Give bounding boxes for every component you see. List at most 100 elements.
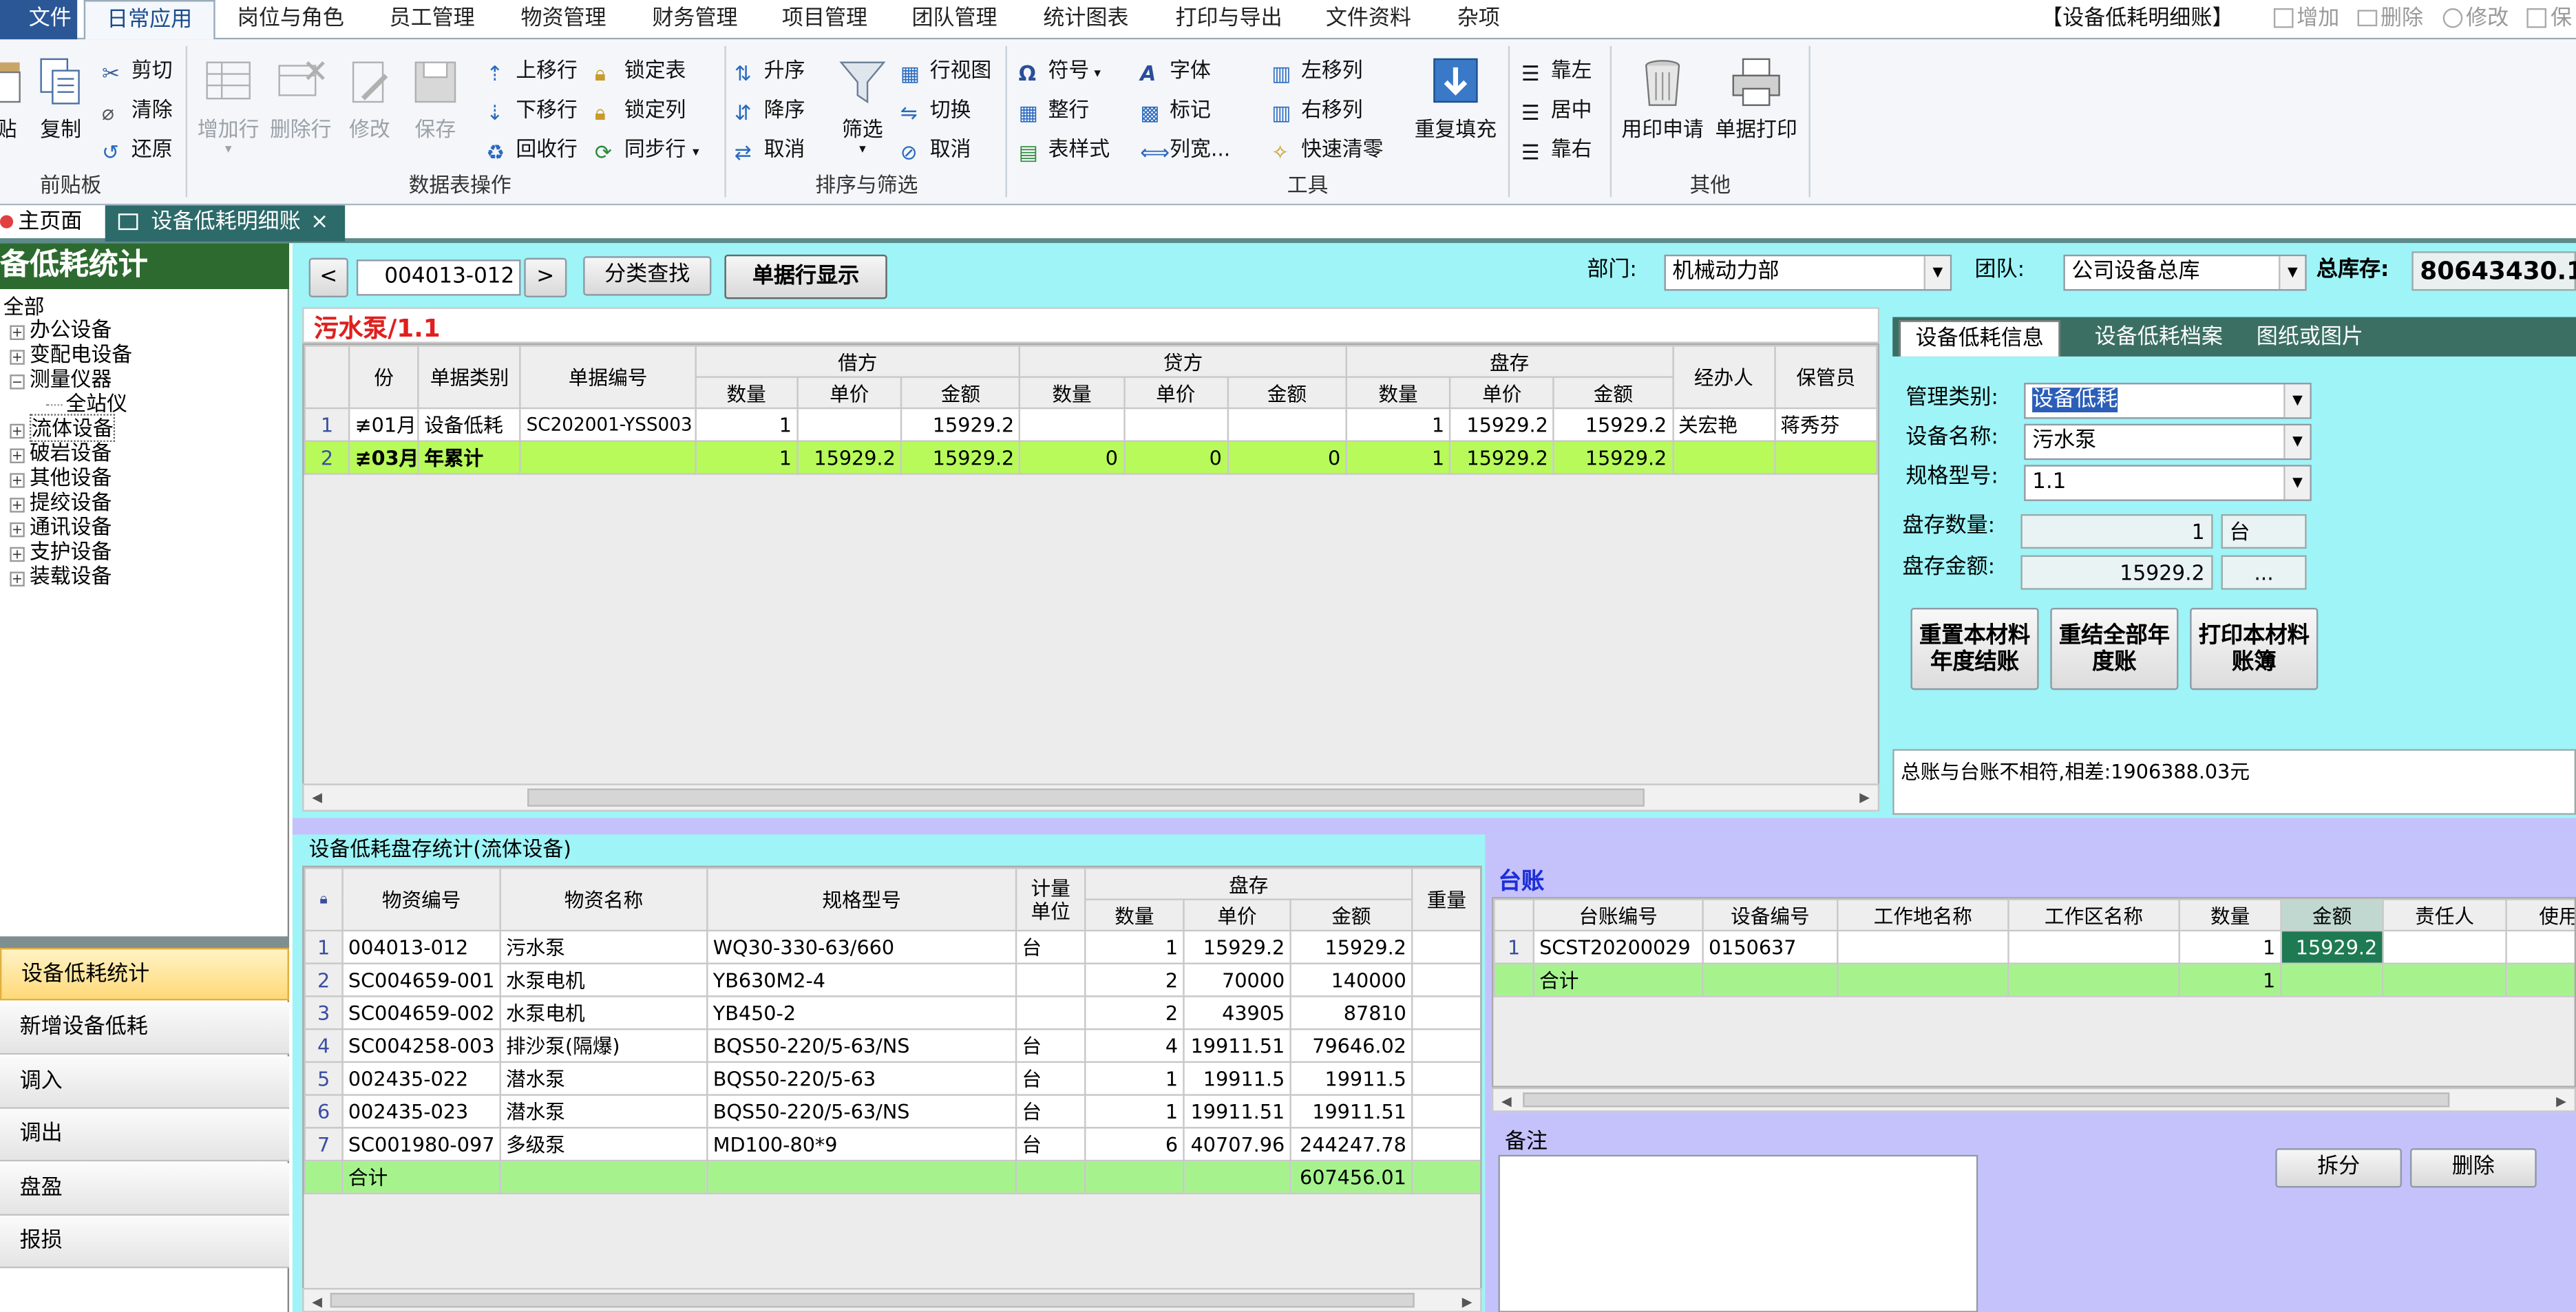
dept-select[interactable]: 机械动力部 ▼ — [1664, 254, 1952, 291]
table-cell[interactable]: 15929.2 — [1183, 929, 1291, 964]
table-cell[interactable]: 004013-012 — [341, 929, 501, 964]
spec-select[interactable]: 1.1 ▼ — [2024, 465, 2312, 501]
table-cell[interactable] — [1837, 929, 2009, 964]
table-cell[interactable]: ≢03月 — [348, 440, 420, 475]
remark-textarea[interactable] — [1498, 1154, 1978, 1312]
table-row[interactable]: 1 004013-012 污水泵 WQ30-330-63/660 台 1 15929.2 15… — [304, 929, 1481, 964]
table-cell[interactable]: 15929.2 — [900, 440, 1021, 475]
menu-modify-action[interactable]: 修改 — [2435, 0, 2517, 39]
table-cell[interactable]: 19911.51 — [1183, 1094, 1291, 1129]
expand-icon[interactable]: + — [10, 448, 25, 463]
table-cell[interactable] — [1015, 995, 1086, 1030]
table-cell[interactable]: 19911.51 — [1183, 1028, 1291, 1064]
paste-button[interactable]: 贴 — [0, 56, 26, 142]
table-cell[interactable] — [520, 440, 697, 475]
table-cell[interactable]: 79646.02 — [1289, 1028, 1413, 1064]
table-cell[interactable]: 43905 — [1183, 995, 1291, 1030]
table-cell[interactable]: 15929.2 — [1553, 407, 1674, 442]
row-number[interactable]: 4 — [304, 1028, 344, 1064]
scroll-thumb[interactable] — [527, 788, 1645, 807]
whole-row-button[interactable]: ▦ 整行 — [1019, 94, 1090, 127]
lock-table-button[interactable]: 🔒︎ 锁定表 — [595, 54, 686, 87]
table-cell[interactable]: 1 — [2178, 929, 2282, 964]
table-cell[interactable] — [1411, 1028, 1481, 1064]
table-cell[interactable]: 2 — [1084, 962, 1185, 997]
classify-search-button[interactable]: 分类查找 — [583, 256, 712, 296]
equipment-name-select[interactable]: 污水泵 ▼ — [2024, 423, 2312, 461]
nav-surplus[interactable]: 盘盈 — [0, 1163, 290, 1216]
row-number[interactable]: 6 — [304, 1094, 344, 1129]
table-cell[interactable] — [2382, 929, 2507, 964]
stock-amount-more-button[interactable]: ... — [2221, 555, 2307, 590]
table-cell[interactable]: SC001980-097 — [341, 1127, 501, 1162]
table-cell[interactable]: 蒋秀芬 — [1773, 407, 1878, 442]
nav-transfer-in[interactable]: 调入 — [0, 1056, 290, 1109]
expand-icon[interactable]: + — [10, 325, 25, 341]
table-cell[interactable]: 1 — [1345, 407, 1451, 442]
expand-icon[interactable]: + — [10, 571, 25, 586]
expand-icon[interactable]: + — [10, 498, 25, 513]
table-cell[interactable]: SC004659-002 — [341, 995, 501, 1030]
table-cell[interactable]: 19911.5 — [1289, 1061, 1413, 1096]
prev-record-button[interactable]: < — [308, 257, 348, 297]
table-cell[interactable] — [1411, 1094, 1481, 1129]
table-cell[interactable] — [2505, 929, 2575, 964]
table-row[interactable]: 4 SC004258-003 排沙泵(隔爆) BQS50-220/5-63/NS 台 4 1… — [304, 1028, 1481, 1064]
sort-desc-button[interactable]: ⇵ 降序 — [735, 94, 805, 127]
table-cell[interactable]: 污水泵 — [499, 929, 708, 964]
table-row[interactable]: 1 SCST20200029 0150637 1 15929.2 — [1493, 929, 2575, 964]
save-button[interactable]: 保存 — [403, 56, 468, 142]
table-cell[interactable]: 台 — [1015, 1028, 1086, 1064]
menu-daily[interactable]: 日常应用 — [83, 0, 215, 40]
account-horizontal-scrollbar[interactable]: ◀ ▶ — [1491, 1087, 2576, 1112]
nav-transfer-out[interactable]: 调出 — [0, 1108, 290, 1162]
menu-staff[interactable]: 员工管理 — [374, 0, 489, 39]
table-cell[interactable]: 潜水泵 — [499, 1094, 708, 1129]
record-code-input[interactable]: 004013-012 — [356, 260, 521, 296]
table-cell[interactable]: 0 — [1019, 440, 1125, 475]
table-cell[interactable]: 140000 — [1289, 962, 1413, 997]
table-cell[interactable] — [2007, 929, 2180, 964]
table-cell[interactable]: 年累计 — [417, 440, 522, 475]
tree-item[interactable]: + 提绞设备 — [10, 489, 112, 514]
next-record-button[interactable]: > — [524, 257, 567, 297]
table-cell[interactable]: 水泵电机 — [499, 995, 708, 1030]
align-right-button[interactable]: ☰ 靠右 — [1521, 133, 1592, 166]
tree-root[interactable]: 全部 — [3, 294, 45, 319]
table-cell[interactable] — [1773, 440, 1878, 475]
table-cell[interactable]: WQ30-330-63/660 — [706, 929, 1017, 964]
table-cell[interactable]: 0 — [1226, 440, 1347, 475]
table-row[interactable]: 3 SC004659-002 水泵电机 YB450-2 2 43905 87810 — [304, 995, 1481, 1030]
row-number[interactable]: 2 — [304, 962, 344, 997]
filter-button[interactable]: 筛选 ▾ — [830, 56, 895, 156]
table-cell[interactable]: 19911.5 — [1183, 1061, 1291, 1096]
chevron-down-icon[interactable]: ▼ — [2283, 384, 2310, 418]
sort-cancel-button[interactable]: ⇄ 取消 — [735, 133, 805, 166]
table-cell[interactable]: 潜水泵 — [499, 1061, 708, 1096]
expand-icon[interactable]: + — [10, 423, 25, 439]
delete-row-button[interactable]: 删除行 — [264, 56, 337, 142]
stock-horizontal-scrollbar[interactable]: ◀ ▶ — [302, 1288, 1482, 1312]
recycle-row-button[interactable]: ♻ 回收行 — [486, 133, 577, 166]
font-button[interactable]: A 字体 — [1140, 54, 1211, 87]
expand-icon[interactable]: + — [10, 547, 25, 562]
table-row[interactable]: 1 ≢01月 设备低耗 SC202001-YSS003 1 15929.2 1 … — [304, 407, 1878, 442]
table-row[interactable]: 6 002435-023 潜水泵 BQS50-220/5-63/NS 台 1 19911.5… — [304, 1094, 1481, 1129]
table-style-button[interactable]: ▤ 表样式 — [1019, 133, 1110, 166]
row-number[interactable]: 7 — [304, 1127, 344, 1162]
team-select[interactable]: 公司设备总库 ▼ — [2063, 254, 2307, 291]
table-cell[interactable]: 2 — [1084, 995, 1185, 1030]
tab-drawings[interactable]: 图纸或图片 — [2241, 320, 2378, 357]
menu-teams[interactable]: 团队管理 — [897, 0, 1012, 39]
tab-equipment-ledger[interactable]: 设备低耗明细账 × — [105, 205, 346, 242]
reclose-all-button[interactable]: 重结全部年度账 — [2050, 607, 2179, 690]
table-row-total[interactable]: 合计 1 — [1493, 962, 2575, 997]
row-number[interactable]: 5 — [304, 1061, 344, 1096]
tree-item[interactable]: 全站仪 — [45, 391, 127, 416]
nav-loss[interactable]: 报损 — [0, 1215, 290, 1269]
print-ledger-button[interactable]: 打印本材料账簿 — [2190, 607, 2319, 690]
menu-file[interactable]: 文件 — [0, 0, 78, 40]
chevron-down-icon[interactable]: ▼ — [2283, 425, 2310, 458]
menu-projects[interactable]: 项目管理 — [767, 0, 882, 39]
menu-finance[interactable]: 财务管理 — [637, 0, 752, 39]
